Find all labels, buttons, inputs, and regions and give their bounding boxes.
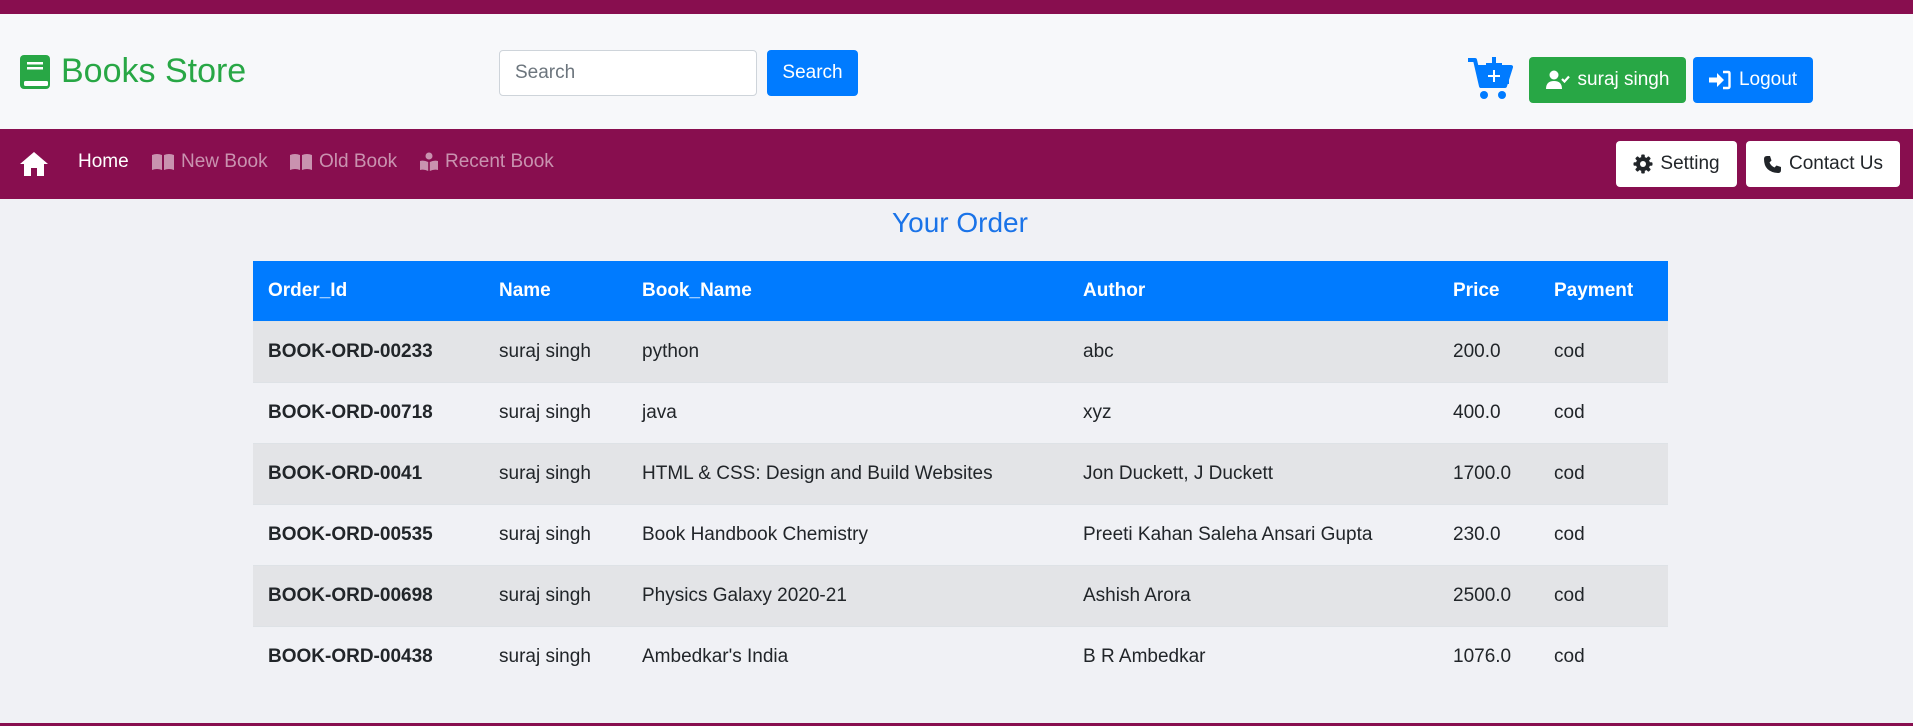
logout-label: Logout [1738,69,1798,90]
name-cell: suraj singh [484,381,627,443]
brand-logo[interactable]: Books Store [19,52,246,91]
search-button[interactable]: Search [767,50,858,96]
table-row: BOOK-ORD-00718 suraj singh java xyz 400.… [253,381,1668,443]
name-cell: suraj singh [484,564,627,626]
order-id-cell: BOOK-ORD-00438 [253,625,484,687]
book-name-cell: python [627,320,1068,382]
gear-icon [1633,154,1653,174]
book-name-cell: Book Handbook Chemistry [627,503,1068,565]
table-row: BOOK-ORD-00438 suraj singh Ambedkar's In… [253,625,1668,687]
price-cell: 2500.0 [1438,564,1539,626]
book-name-cell: HTML & CSS: Design and Build Websites [627,442,1068,504]
cart-plus-icon[interactable] [1466,56,1514,102]
nav-recent-book-label: Recent Book [445,151,554,172]
order-id-cell: BOOK-ORD-00233 [253,320,484,382]
name-cell: suraj singh [484,503,627,565]
price-cell: 230.0 [1438,503,1539,565]
home-icon[interactable] [19,151,49,177]
order-id-cell: BOOK-ORD-00535 [253,503,484,565]
author-cell: Jon Duckett, J Duckett [1068,442,1438,504]
book-open-icon [290,154,312,170]
price-cell: 1700.0 [1438,442,1539,504]
contact-us-label: Contact Us [1789,153,1883,174]
price-cell: 400.0 [1438,381,1539,443]
order-id-cell: BOOK-ORD-0041 [253,442,484,504]
column-header: Price [1438,261,1539,321]
price-cell: 200.0 [1438,320,1539,382]
author-cell: Preeti Kahan Saleha Ansari Gupta [1068,503,1438,565]
author-cell: Ashish Arora [1068,564,1438,626]
logout-button[interactable]: Logout [1693,57,1813,103]
order-id-cell: BOOK-ORD-00718 [253,381,484,443]
book-name-cell: java [627,381,1068,443]
brand-name: Books Store [61,52,247,90]
payment-cell: cod [1539,625,1668,687]
book-name-cell: Physics Galaxy 2020-21 [627,564,1068,626]
table-row: BOOK-ORD-0041 suraj singh HTML & CSS: De… [253,442,1668,504]
user-name: suraj singh [1577,69,1670,90]
book-open-icon [152,154,174,170]
nav-item-old-book[interactable]: Old Book [289,151,397,173]
user-profile-button[interactable]: suraj singh [1529,57,1686,103]
sign-in-icon [1708,70,1731,90]
payment-cell: cod [1539,320,1668,382]
nav-item-recent-book[interactable]: Recent Book [419,151,554,173]
table-row: BOOK-ORD-00698 suraj singh Physics Galax… [253,564,1668,626]
nav-home-label: Home [78,151,129,172]
main-navbar: Home New Book Old Book Recent Book Setti… [0,129,1913,199]
payment-cell: cod [1539,442,1668,504]
column-header: Book_Name [627,261,1068,321]
phone-icon [1764,155,1781,173]
payment-cell: cod [1539,503,1668,565]
setting-label: Setting [1660,153,1720,174]
author-cell: B R Ambedkar [1068,625,1438,687]
table-row: BOOK-ORD-00233 suraj singh python abc 20… [253,320,1668,382]
column-header: Order_Id [253,261,484,321]
contact-us-button[interactable]: Contact Us [1746,141,1900,187]
author-cell: xyz [1068,381,1438,443]
setting-button[interactable]: Setting [1616,141,1737,187]
user-check-icon [1545,70,1570,89]
book-name-cell: Ambedkar's India [627,625,1068,687]
page-title: Your Order [892,207,1028,238]
nav-old-book-label: Old Book [319,151,398,172]
table-row: BOOK-ORD-00535 suraj singh Book Handbook… [253,503,1668,565]
nav-item-new-book[interactable]: New Book [151,151,268,173]
name-cell: suraj singh [484,320,627,382]
column-header: Author [1068,261,1438,321]
nav-new-book-label: New Book [181,151,268,172]
orders-table: Order_Id Name Book_Name Author Price Pay… [253,261,1668,687]
payment-cell: cod [1539,381,1668,443]
nav-item-home[interactable]: Home [78,151,129,173]
column-header: Payment [1539,261,1668,321]
book-reader-icon [420,152,438,171]
payment-cell: cod [1539,564,1668,626]
header: Books Store Search suraj singh Logout [0,14,1913,129]
search-input[interactable] [499,50,757,96]
table-header-row: Order_Id Name Book_Name Author Price Pay… [253,261,1668,321]
order-id-cell: BOOK-ORD-00698 [253,564,484,626]
column-header: Name [484,261,627,321]
name-cell: suraj singh [484,625,627,687]
name-cell: suraj singh [484,442,627,504]
top-accent-bar [0,0,1913,14]
book-icon [20,54,50,89]
price-cell: 1076.0 [1438,625,1539,687]
author-cell: abc [1068,320,1438,382]
